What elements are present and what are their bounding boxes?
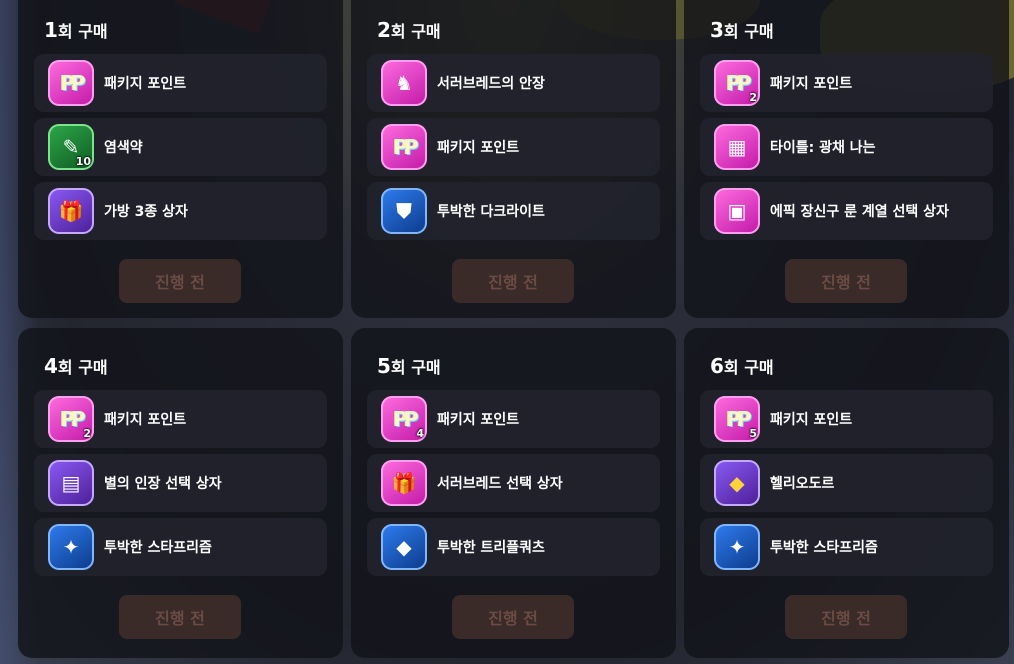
item-quantity: 4 [416,427,424,440]
bag-box-icon: 🎁 [48,188,94,234]
reward-item[interactable]: ✎ 10 염색약 [34,118,327,176]
card-title-suffix: 회 구매 [390,22,441,41]
heliodor-gem-icon: ◆ [714,460,760,506]
saddle-icon: ♞ [381,60,427,106]
item-label: 타이틀: 광채 나는 [770,140,876,156]
status-button[interactable]: 진행 전 [452,259,574,303]
shield-gem-icon: ⛊ [381,188,427,234]
card-title-number: 2 [377,18,391,42]
package-point-icon: PP 2 [714,60,760,106]
reward-item[interactable]: 🎁 서러브레드 선택 상자 [367,454,660,512]
item-label: 투박한 스타프리즘 [104,540,212,556]
reward-item[interactable]: ▣ 에픽 장신구 룬 계열 선택 상자 [700,182,993,240]
item-label: 에픽 장신구 룬 계열 선택 상자 [770,204,949,220]
reward-item[interactable]: PP 2 패키지 포인트 [34,390,327,448]
status-button[interactable]: 진행 전 [119,595,241,639]
purchase-reward-grid: 1회 구매 PP 패키지 포인트 ✎ 10 염색약 🎁 가방 3종 상자 진행 전… [18,0,1010,664]
card-title-suffix: 회 구매 [390,358,441,377]
item-label: 가방 3종 상자 [104,204,188,220]
reward-item[interactable]: ✦ 투박한 스타프리즘 [34,518,327,576]
item-label: 투박한 트리플쿼츠 [437,540,545,556]
reward-item[interactable]: ♞ 서러브레드의 안장 [367,54,660,112]
item-label: 패키지 포인트 [104,412,187,428]
card-title-suffix: 회 구매 [57,22,108,41]
item-quantity: 2 [83,427,91,440]
purchase-card-3: 3회 구매 PP 2 패키지 포인트 ▦ 타이틀: 광채 나는 ▣ 에픽 장신구 … [684,0,1009,318]
card-title-number: 1 [44,18,58,42]
item-label: 투박한 다크라이트 [437,204,545,220]
reward-item[interactable]: ⛊ 투박한 다크라이트 [367,182,660,240]
card-title: 4회 구매 [44,354,108,378]
package-point-icon: PP 2 [48,396,94,442]
triple-quartz-icon: ◆ [381,524,427,570]
reward-item[interactable]: PP 패키지 포인트 [367,118,660,176]
package-point-icon: PP 4 [381,396,427,442]
item-label: 패키지 포인트 [770,412,853,428]
item-label: 염색약 [104,140,143,156]
reward-item[interactable]: ◆ 헬리오도르 [700,454,993,512]
item-quantity: 2 [749,91,757,104]
card-title: 1회 구매 [44,18,108,42]
item-label: 패키지 포인트 [104,76,187,92]
status-button[interactable]: 진행 전 [452,595,574,639]
item-label: 서러브레드의 안장 [437,76,545,92]
star-prism-icon: ✦ [48,524,94,570]
status-button[interactable]: 진행 전 [785,595,907,639]
card-title-number: 6 [710,354,724,378]
reward-item[interactable]: PP 4 패키지 포인트 [367,390,660,448]
reward-item[interactable]: ✦ 투박한 스타프리즘 [700,518,993,576]
star-seal-box-icon: ▤ [48,460,94,506]
epic-chest-icon: ▣ [714,188,760,234]
item-label: 패키지 포인트 [437,140,520,156]
card-title-number: 4 [44,354,58,378]
item-label: 헬리오도르 [770,476,835,492]
reward-item[interactable]: PP 패키지 포인트 [34,54,327,112]
item-label: 서러브레드 선택 상자 [437,476,563,492]
card-title: 6회 구매 [710,354,774,378]
item-quantity: 5 [749,427,757,440]
title-scroll-icon: ▦ [714,124,760,170]
item-label: 패키지 포인트 [770,76,853,92]
status-button[interactable]: 진행 전 [119,259,241,303]
package-point-icon: PP 5 [714,396,760,442]
reward-item[interactable]: ◆ 투박한 트리플쿼츠 [367,518,660,576]
purchase-card-5: 5회 구매 PP 4 패키지 포인트 🎁 서러브레드 선택 상자 ◆ 투박한 트리… [351,328,676,658]
status-button[interactable]: 진행 전 [785,259,907,303]
purchase-card-2: 2회 구매 ♞ 서러브레드의 안장 PP 패키지 포인트 ⛊ 투박한 다크라이트… [351,0,676,318]
package-point-icon: PP [48,60,94,106]
card-title-number: 3 [710,18,724,42]
gift-box-icon: 🎁 [381,460,427,506]
item-label: 패키지 포인트 [437,412,520,428]
star-prism-icon: ✦ [714,524,760,570]
card-title-suffix: 회 구매 [723,358,774,377]
item-quantity: 10 [75,155,91,168]
purchase-card-6: 6회 구매 PP 5 패키지 포인트 ◆ 헬리오도르 ✦ 투박한 스타프리즘 진행… [684,328,1009,658]
reward-item[interactable]: ▦ 타이틀: 광채 나는 [700,118,993,176]
reward-item[interactable]: 🎁 가방 3종 상자 [34,182,327,240]
card-title: 3회 구매 [710,18,774,42]
card-title: 2회 구매 [377,18,441,42]
card-title: 5회 구매 [377,354,441,378]
card-title-number: 5 [377,354,391,378]
card-title-suffix: 회 구매 [723,22,774,41]
package-point-icon: PP [381,124,427,170]
item-label: 별의 인장 선택 상자 [104,476,222,492]
item-label: 투박한 스타프리즘 [770,540,878,556]
reward-item[interactable]: PP 2 패키지 포인트 [700,54,993,112]
reward-item[interactable]: ▤ 별의 인장 선택 상자 [34,454,327,512]
purchase-card-4: 4회 구매 PP 2 패키지 포인트 ▤ 별의 인장 선택 상자 ✦ 투박한 스타… [18,328,343,658]
purchase-card-1: 1회 구매 PP 패키지 포인트 ✎ 10 염색약 🎁 가방 3종 상자 진행 전 [18,0,343,318]
card-title-suffix: 회 구매 [57,358,108,377]
dye-potion-icon: ✎ 10 [48,124,94,170]
reward-item[interactable]: PP 5 패키지 포인트 [700,390,993,448]
